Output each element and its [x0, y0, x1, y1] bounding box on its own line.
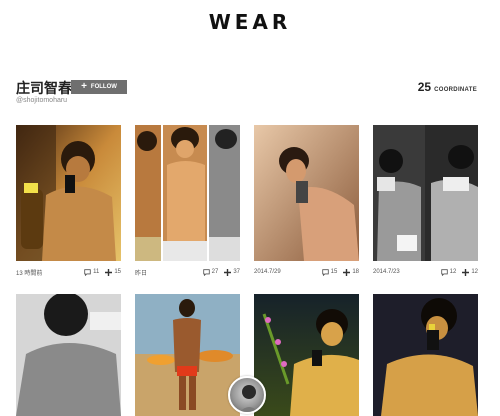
save-number: 37	[233, 269, 240, 275]
comment-icon	[202, 268, 210, 276]
plus-icon	[462, 268, 470, 276]
save-number: 12	[471, 269, 478, 275]
post-photo[interactable]	[373, 294, 478, 416]
follow-button[interactable]: + FOLLOW	[71, 80, 127, 94]
plus-icon	[343, 268, 351, 276]
comment-icon	[321, 268, 329, 276]
wear-logo[interactable]: WEAR	[0, 10, 500, 34]
comment-icon	[440, 268, 448, 276]
profile-handle: @shojitomoharu	[16, 97, 68, 104]
plus-icon	[224, 268, 232, 276]
save-count[interactable]: 37	[224, 268, 240, 276]
comment-icon	[84, 268, 91, 276]
comment-number: 12	[449, 269, 457, 275]
post-photo[interactable]	[16, 125, 121, 261]
comment-count[interactable]: 27	[202, 268, 219, 276]
post-card[interactable]: 2014.7/23 12 12	[373, 125, 478, 279]
comment-number: 15	[330, 269, 338, 275]
post-date: 2014.7/23	[373, 269, 400, 275]
comment-number: 11	[93, 269, 100, 275]
post-photo[interactable]	[135, 125, 240, 261]
comment-count[interactable]: 12	[440, 268, 457, 276]
plus-icon	[105, 268, 113, 276]
post-card[interactable]	[16, 294, 121, 416]
post-date: 昨日	[135, 270, 148, 277]
post-card[interactable]: 2014.7/29 15 18	[254, 125, 359, 279]
post-card[interactable]: 13 時間前 11 15	[16, 125, 121, 279]
coordinate-label: COORDINATE	[434, 87, 477, 93]
save-number: 18	[352, 269, 359, 275]
post-photo[interactable]	[16, 294, 121, 416]
post-card[interactable]	[373, 294, 478, 416]
post-date: 2014.7/29	[254, 269, 281, 275]
save-count[interactable]: 18	[343, 268, 359, 276]
coordinate-count[interactable]: 25 COORDINATE	[418, 80, 477, 94]
post-photo[interactable]	[254, 294, 359, 416]
post-photo[interactable]	[135, 294, 240, 416]
follow-label: FOLLOW	[90, 84, 117, 90]
coordinate-number: 25	[417, 80, 432, 94]
save-count[interactable]: 12	[462, 268, 478, 276]
post-photo[interactable]	[373, 125, 478, 261]
post-photo[interactable]	[254, 125, 359, 261]
comment-count[interactable]: 11	[84, 268, 100, 276]
comment-count[interactable]: 15	[321, 268, 338, 276]
post-date: 13 時間前	[16, 270, 43, 277]
post-card[interactable]	[135, 294, 240, 416]
post-card[interactable]: 昨日 27 37	[135, 125, 240, 279]
comment-number: 27	[211, 269, 219, 275]
profile-avatar[interactable]	[228, 376, 266, 414]
profile-name: 庄司智春	[16, 80, 72, 96]
save-count[interactable]: 15	[105, 268, 121, 276]
post-card[interactable]	[254, 294, 359, 416]
save-number: 15	[114, 269, 121, 275]
plus-icon: +	[81, 81, 87, 92]
